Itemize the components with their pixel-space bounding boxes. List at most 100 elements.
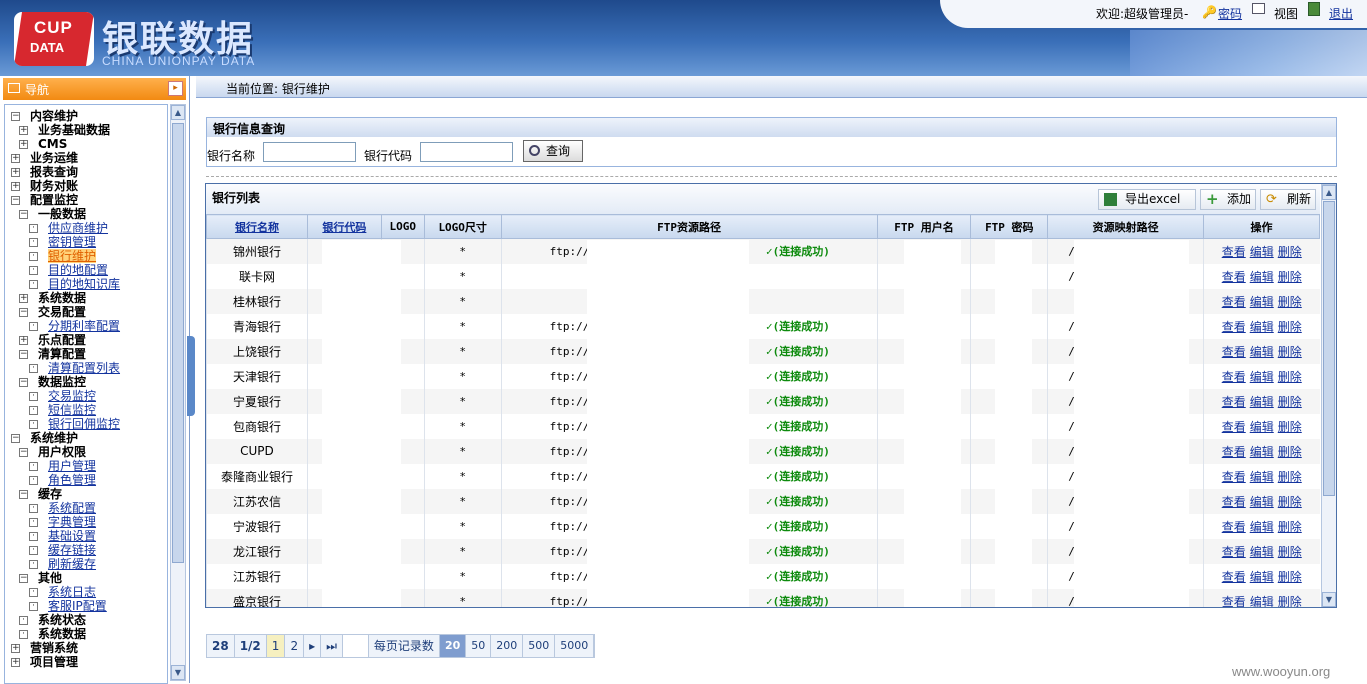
sidebar-item-label[interactable]: 系统配置 [48,501,96,515]
leaf-icon[interactable]: · [29,280,38,289]
next-page-icon[interactable]: ▸ [304,635,322,657]
delete-link[interactable]: 删除 [1278,395,1302,409]
collapse-icon[interactable]: − [19,574,28,583]
expand-icon[interactable]: + [11,658,20,667]
collapse-icon[interactable]: − [19,210,28,219]
column-header[interactable]: 银行代码 [306,214,382,239]
leaf-icon[interactable]: · [29,238,38,247]
delete-link[interactable]: 删除 [1278,545,1302,559]
edit-link[interactable]: 编辑 [1250,370,1274,384]
view-link[interactable]: 视图 [1274,5,1298,22]
collapse-icon[interactable]: − [11,112,20,121]
sidebar-item[interactable]: + 营销系统 [11,641,78,655]
edit-link[interactable]: 编辑 [1250,595,1274,608]
page-size-option[interactable]: 500 [523,635,556,657]
sidebar-item[interactable]: + 财务对账 [11,179,78,193]
page-size-option[interactable]: 50 [466,635,492,657]
bank-code-input[interactable] [420,142,513,162]
expand-icon[interactable]: + [19,294,28,303]
view-link[interactable]: 查看 [1222,570,1246,584]
delete-link[interactable]: 删除 [1278,470,1302,484]
leaf-icon[interactable]: · [29,476,38,485]
expand-icon[interactable]: + [11,154,20,163]
scroll-thumb[interactable] [1323,201,1335,496]
leaf-icon[interactable]: · [29,420,38,429]
delete-link[interactable]: 删除 [1278,445,1302,459]
delete-link[interactable]: 删除 [1278,320,1302,334]
delete-link[interactable]: 删除 [1278,370,1302,384]
view-link[interactable]: 查看 [1222,520,1246,534]
page-size-option[interactable]: 20 [439,635,467,657]
sidebar-item-label[interactable]: 角色管理 [48,473,96,487]
sidebar-item-label[interactable]: 系统日志 [48,585,96,599]
sidebar-item-label[interactable]: 银行维护 [48,249,97,263]
sidebar-item[interactable]: + 业务运维 [11,151,78,165]
leaf-icon[interactable]: · [19,616,28,625]
page-1[interactable]: 1 [266,635,286,657]
sidebar-item[interactable]: + 项目管理 [11,655,78,669]
view-link[interactable]: 查看 [1222,395,1246,409]
leaf-icon[interactable]: · [29,546,38,555]
leaf-icon[interactable]: · [29,532,38,541]
password-link[interactable]: 密码 [1218,5,1242,22]
edit-link[interactable]: 编辑 [1250,345,1274,359]
sidebar-item[interactable]: · 客服IP配置 [29,599,107,613]
edit-link[interactable]: 编辑 [1250,570,1274,584]
sidebar-item[interactable]: − 清算配置 [19,347,86,361]
sidebar-item[interactable]: · 银行回佣监控 [29,417,120,431]
scroll-down-arrow-icon[interactable]: ▼ [171,665,185,680]
scroll-down-arrow-icon[interactable]: ▼ [1322,592,1336,607]
sidebar-item-label[interactable]: 基础设置 [48,529,96,543]
sidebar-item-label[interactable]: 交易监控 [48,389,96,403]
sidebar-item[interactable]: · 字典管理 [29,515,96,529]
nav-scrollbar[interactable]: ▲ ▼ [170,104,186,681]
sidebar-item[interactable]: · 角色管理 [29,473,96,487]
sidebar-item-label[interactable]: 供应商维护 [48,221,108,235]
leaf-icon[interactable]: · [29,224,38,233]
expand-icon[interactable]: + [11,182,20,191]
sidebar-item[interactable]: + 系统数据 [19,291,86,305]
collapse-icon[interactable]: − [19,308,28,317]
view-link[interactable]: 查看 [1222,345,1246,359]
leaf-icon[interactable]: · [29,266,38,275]
leaf-icon[interactable]: · [29,518,38,527]
sidebar-item[interactable]: · 目的地配置 [29,263,108,277]
edit-link[interactable]: 编辑 [1250,495,1274,509]
sidebar-item[interactable]: − 交易配置 [19,305,86,319]
expand-icon[interactable]: + [19,126,28,135]
sidebar-item[interactable]: · 系统日志 [29,585,96,599]
bank-name-input[interactable] [263,142,356,162]
delete-link[interactable]: 删除 [1278,295,1302,309]
sidebar-item[interactable]: − 内容维护 [11,109,78,123]
sidebar-item[interactable]: · 分期利率配置 [29,319,120,333]
delete-link[interactable]: 删除 [1278,245,1302,259]
expand-icon[interactable]: + [11,168,20,177]
sidebar-item[interactable]: · 清算配置列表 [29,361,120,375]
search-button[interactable]: 查询 [523,140,583,162]
sort-link[interactable]: 银行名称 [235,221,279,234]
sidebar-item[interactable]: + 业务基础数据 [19,123,110,137]
sidebar-item-label[interactable]: 清算配置列表 [48,361,120,375]
edit-link[interactable]: 编辑 [1250,320,1274,334]
collapse-icon[interactable]: − [11,196,20,205]
sidebar-item[interactable]: + 报表查询 [11,165,78,179]
collapse-icon[interactable]: − [19,490,28,499]
add-button[interactable]: + 添加 [1200,189,1256,210]
sidebar-item[interactable]: · 目的地知识库 [29,277,120,291]
view-link[interactable]: 查看 [1222,495,1246,509]
scroll-up-arrow-icon[interactable]: ▲ [1322,185,1336,200]
sidebar-splitter[interactable] [187,336,195,416]
sidebar-item-label[interactable]: 目的地知识库 [48,277,120,291]
view-link[interactable]: 查看 [1222,470,1246,484]
leaf-icon[interactable]: · [29,462,38,471]
edit-link[interactable]: 编辑 [1250,545,1274,559]
sidebar-item-label[interactable]: 短信监控 [48,403,96,417]
edit-link[interactable]: 编辑 [1250,270,1274,284]
logout-link[interactable]: 退出 [1329,5,1353,22]
view-link[interactable]: 查看 [1222,320,1246,334]
leaf-icon[interactable]: · [29,364,38,373]
leaf-icon[interactable]: · [29,252,38,261]
sidebar-item[interactable]: · 密钥管理 [29,235,96,249]
sidebar-item-label[interactable]: 字典管理 [48,515,96,529]
expand-icon[interactable]: + [11,644,20,653]
